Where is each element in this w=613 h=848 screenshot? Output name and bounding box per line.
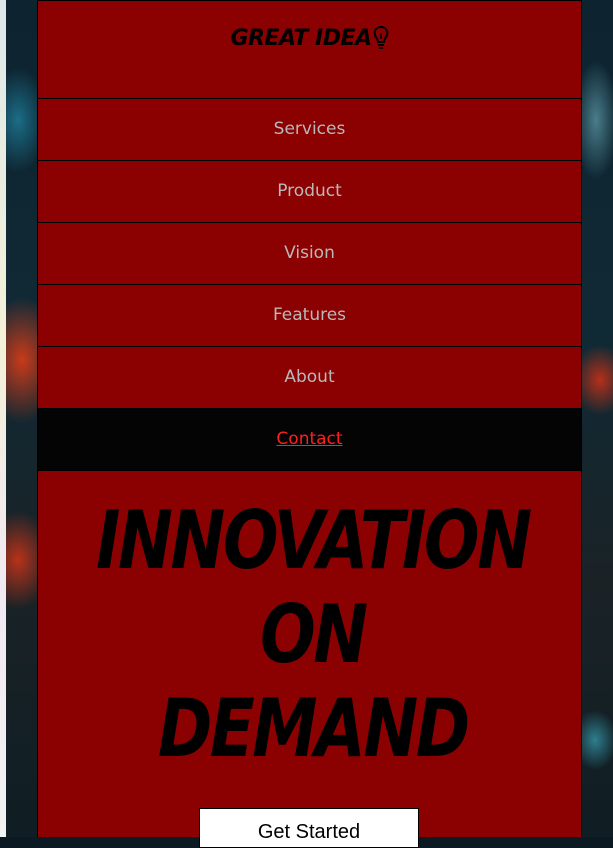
nav-item-contact[interactable]: Contact — [38, 409, 581, 471]
nav-item-product[interactable]: Product — [38, 161, 581, 223]
nav-item-services[interactable]: Services — [38, 99, 581, 161]
logo-text: GREAT IDEA — [230, 25, 372, 51]
menu-panel: GREAT IDEA Services Product Vision Featu… — [37, 0, 582, 848]
underlying-page-edge — [0, 0, 6, 837]
nav-item-about[interactable]: About — [38, 347, 581, 409]
main-nav: Services Product Vision Features About C… — [38, 99, 581, 471]
nav-item-vision[interactable]: Vision — [38, 223, 581, 285]
nav-item-features[interactable]: Features — [38, 285, 581, 347]
logo[interactable]: GREAT IDEA — [230, 25, 388, 51]
site-header: GREAT IDEA — [38, 0, 581, 99]
hero-line: INNOVATION — [95, 494, 532, 587]
hero-line: ON — [259, 588, 368, 681]
get-started-button[interactable]: Get Started — [199, 808, 419, 848]
hero-heading: INNOVATION ON DEMAND — [90, 494, 535, 776]
lightbulb-icon — [373, 25, 388, 49]
hero-line: DEMAND — [157, 682, 470, 775]
